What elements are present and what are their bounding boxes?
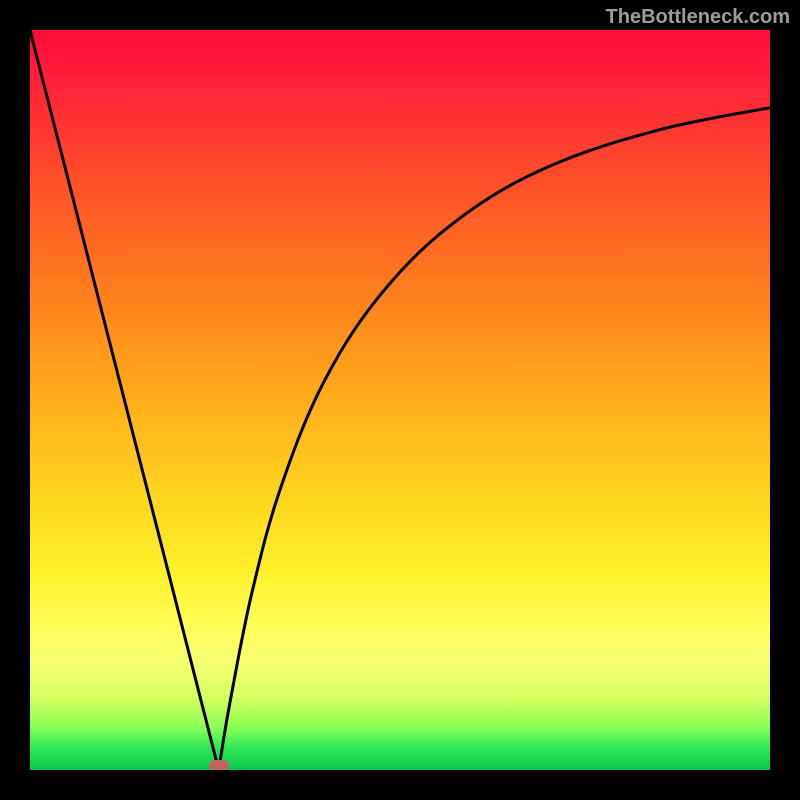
curve-svg bbox=[30, 30, 770, 770]
watermark-text: TheBottleneck.com bbox=[606, 6, 790, 29]
plot-area bbox=[30, 30, 770, 770]
outer-frame: TheBottleneck.com bbox=[0, 0, 800, 800]
optimal-marker bbox=[209, 760, 229, 770]
bottleneck-curve bbox=[30, 30, 770, 770]
